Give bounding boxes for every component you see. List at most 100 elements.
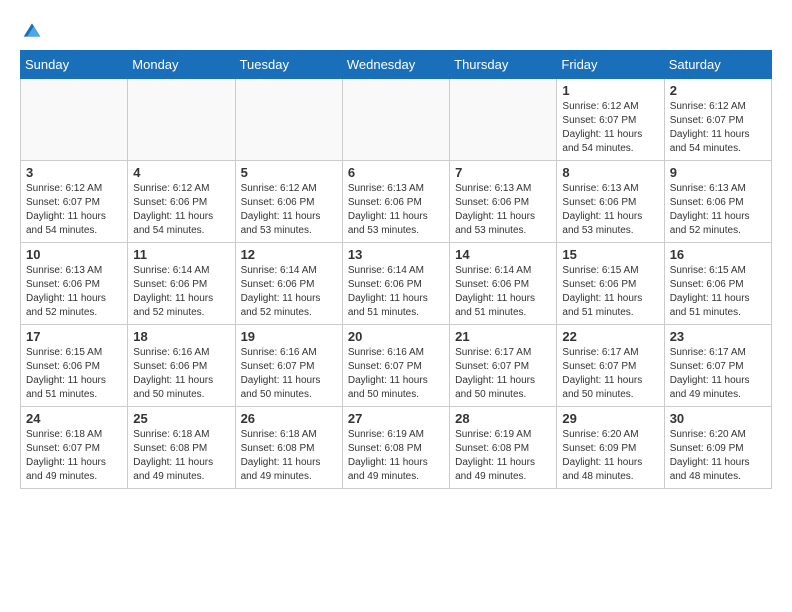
calendar-week-5: 24 Sunrise: 6:18 AMSunset: 6:07 PMDaylig… [21, 407, 772, 489]
calendar-cell: 16 Sunrise: 6:15 AMSunset: 6:06 PMDaylig… [664, 243, 771, 325]
page-header [20, 20, 772, 40]
day-number: 7 [455, 165, 551, 180]
day-number: 25 [133, 411, 229, 426]
day-info: Sunrise: 6:20 AMSunset: 6:09 PMDaylight:… [670, 429, 750, 482]
day-info: Sunrise: 6:17 AMSunset: 6:07 PMDaylight:… [455, 347, 535, 400]
day-number: 18 [133, 329, 229, 344]
calendar-cell: 22 Sunrise: 6:17 AMSunset: 6:07 PMDaylig… [557, 325, 664, 407]
day-number: 23 [670, 329, 766, 344]
day-info: Sunrise: 6:13 AMSunset: 6:06 PMDaylight:… [455, 183, 535, 236]
day-number: 8 [562, 165, 658, 180]
day-info: Sunrise: 6:16 AMSunset: 6:07 PMDaylight:… [348, 347, 428, 400]
day-info: Sunrise: 6:13 AMSunset: 6:06 PMDaylight:… [670, 183, 750, 236]
calendar-cell: 23 Sunrise: 6:17 AMSunset: 6:07 PMDaylig… [664, 325, 771, 407]
day-number: 24 [26, 411, 122, 426]
calendar-header-row: SundayMondayTuesdayWednesdayThursdayFrid… [21, 51, 772, 79]
calendar-cell: 20 Sunrise: 6:16 AMSunset: 6:07 PMDaylig… [342, 325, 449, 407]
calendar-cell: 3 Sunrise: 6:12 AMSunset: 6:07 PMDayligh… [21, 161, 128, 243]
calendar-cell: 21 Sunrise: 6:17 AMSunset: 6:07 PMDaylig… [450, 325, 557, 407]
calendar-cell: 11 Sunrise: 6:14 AMSunset: 6:06 PMDaylig… [128, 243, 235, 325]
day-number: 22 [562, 329, 658, 344]
day-info: Sunrise: 6:15 AMSunset: 6:06 PMDaylight:… [26, 347, 106, 400]
col-header-sunday: Sunday [21, 51, 128, 79]
calendar-week-4: 17 Sunrise: 6:15 AMSunset: 6:06 PMDaylig… [21, 325, 772, 407]
calendar-cell: 6 Sunrise: 6:13 AMSunset: 6:06 PMDayligh… [342, 161, 449, 243]
day-number: 13 [348, 247, 444, 262]
day-number: 21 [455, 329, 551, 344]
day-info: Sunrise: 6:18 AMSunset: 6:07 PMDaylight:… [26, 429, 106, 482]
col-header-monday: Monday [128, 51, 235, 79]
day-info: Sunrise: 6:13 AMSunset: 6:06 PMDaylight:… [562, 183, 642, 236]
day-number: 30 [670, 411, 766, 426]
day-number: 6 [348, 165, 444, 180]
calendar-cell: 18 Sunrise: 6:16 AMSunset: 6:06 PMDaylig… [128, 325, 235, 407]
calendar-cell: 10 Sunrise: 6:13 AMSunset: 6:06 PMDaylig… [21, 243, 128, 325]
calendar-cell [450, 79, 557, 161]
calendar-cell: 8 Sunrise: 6:13 AMSunset: 6:06 PMDayligh… [557, 161, 664, 243]
calendar-cell: 25 Sunrise: 6:18 AMSunset: 6:08 PMDaylig… [128, 407, 235, 489]
calendar-cell: 30 Sunrise: 6:20 AMSunset: 6:09 PMDaylig… [664, 407, 771, 489]
day-info: Sunrise: 6:14 AMSunset: 6:06 PMDaylight:… [241, 265, 321, 318]
calendar-cell: 27 Sunrise: 6:19 AMSunset: 6:08 PMDaylig… [342, 407, 449, 489]
calendar-cell: 7 Sunrise: 6:13 AMSunset: 6:06 PMDayligh… [450, 161, 557, 243]
day-info: Sunrise: 6:17 AMSunset: 6:07 PMDaylight:… [562, 347, 642, 400]
col-header-tuesday: Tuesday [235, 51, 342, 79]
day-info: Sunrise: 6:12 AMSunset: 6:07 PMDaylight:… [670, 101, 750, 154]
day-number: 5 [241, 165, 337, 180]
day-info: Sunrise: 6:12 AMSunset: 6:07 PMDaylight:… [562, 101, 642, 154]
day-number: 16 [670, 247, 766, 262]
day-info: Sunrise: 6:14 AMSunset: 6:06 PMDaylight:… [348, 265, 428, 318]
calendar-table: SundayMondayTuesdayWednesdayThursdayFrid… [20, 50, 772, 489]
calendar-cell: 29 Sunrise: 6:20 AMSunset: 6:09 PMDaylig… [557, 407, 664, 489]
calendar-cell: 12 Sunrise: 6:14 AMSunset: 6:06 PMDaylig… [235, 243, 342, 325]
day-number: 4 [133, 165, 229, 180]
calendar-week-3: 10 Sunrise: 6:13 AMSunset: 6:06 PMDaylig… [21, 243, 772, 325]
day-number: 15 [562, 247, 658, 262]
calendar-cell: 4 Sunrise: 6:12 AMSunset: 6:06 PMDayligh… [128, 161, 235, 243]
col-header-wednesday: Wednesday [342, 51, 449, 79]
calendar-cell: 28 Sunrise: 6:19 AMSunset: 6:08 PMDaylig… [450, 407, 557, 489]
calendar-cell [235, 79, 342, 161]
day-info: Sunrise: 6:16 AMSunset: 6:06 PMDaylight:… [133, 347, 213, 400]
day-info: Sunrise: 6:15 AMSunset: 6:06 PMDaylight:… [670, 265, 750, 318]
day-number: 10 [26, 247, 122, 262]
calendar-cell: 1 Sunrise: 6:12 AMSunset: 6:07 PMDayligh… [557, 79, 664, 161]
day-info: Sunrise: 6:20 AMSunset: 6:09 PMDaylight:… [562, 429, 642, 482]
day-number: 2 [670, 83, 766, 98]
day-number: 17 [26, 329, 122, 344]
day-number: 20 [348, 329, 444, 344]
col-header-friday: Friday [557, 51, 664, 79]
calendar-cell: 15 Sunrise: 6:15 AMSunset: 6:06 PMDaylig… [557, 243, 664, 325]
day-info: Sunrise: 6:18 AMSunset: 6:08 PMDaylight:… [133, 429, 213, 482]
day-info: Sunrise: 6:12 AMSunset: 6:07 PMDaylight:… [26, 183, 106, 236]
day-info: Sunrise: 6:13 AMSunset: 6:06 PMDaylight:… [348, 183, 428, 236]
logo [20, 20, 42, 40]
day-number: 12 [241, 247, 337, 262]
day-info: Sunrise: 6:19 AMSunset: 6:08 PMDaylight:… [455, 429, 535, 482]
col-header-saturday: Saturday [664, 51, 771, 79]
day-number: 9 [670, 165, 766, 180]
day-number: 11 [133, 247, 229, 262]
day-info: Sunrise: 6:18 AMSunset: 6:08 PMDaylight:… [241, 429, 321, 482]
day-number: 3 [26, 165, 122, 180]
day-info: Sunrise: 6:12 AMSunset: 6:06 PMDaylight:… [133, 183, 213, 236]
calendar-week-1: 1 Sunrise: 6:12 AMSunset: 6:07 PMDayligh… [21, 79, 772, 161]
day-info: Sunrise: 6:19 AMSunset: 6:08 PMDaylight:… [348, 429, 428, 482]
calendar-cell: 9 Sunrise: 6:13 AMSunset: 6:06 PMDayligh… [664, 161, 771, 243]
day-number: 19 [241, 329, 337, 344]
calendar-cell: 13 Sunrise: 6:14 AMSunset: 6:06 PMDaylig… [342, 243, 449, 325]
day-info: Sunrise: 6:14 AMSunset: 6:06 PMDaylight:… [133, 265, 213, 318]
calendar-cell: 24 Sunrise: 6:18 AMSunset: 6:07 PMDaylig… [21, 407, 128, 489]
day-info: Sunrise: 6:12 AMSunset: 6:06 PMDaylight:… [241, 183, 321, 236]
calendar-cell: 19 Sunrise: 6:16 AMSunset: 6:07 PMDaylig… [235, 325, 342, 407]
day-number: 14 [455, 247, 551, 262]
calendar-cell: 17 Sunrise: 6:15 AMSunset: 6:06 PMDaylig… [21, 325, 128, 407]
day-info: Sunrise: 6:14 AMSunset: 6:06 PMDaylight:… [455, 265, 535, 318]
day-number: 26 [241, 411, 337, 426]
logo-icon [22, 20, 42, 40]
col-header-thursday: Thursday [450, 51, 557, 79]
calendar-cell [21, 79, 128, 161]
day-number: 28 [455, 411, 551, 426]
calendar-cell [342, 79, 449, 161]
day-info: Sunrise: 6:13 AMSunset: 6:06 PMDaylight:… [26, 265, 106, 318]
